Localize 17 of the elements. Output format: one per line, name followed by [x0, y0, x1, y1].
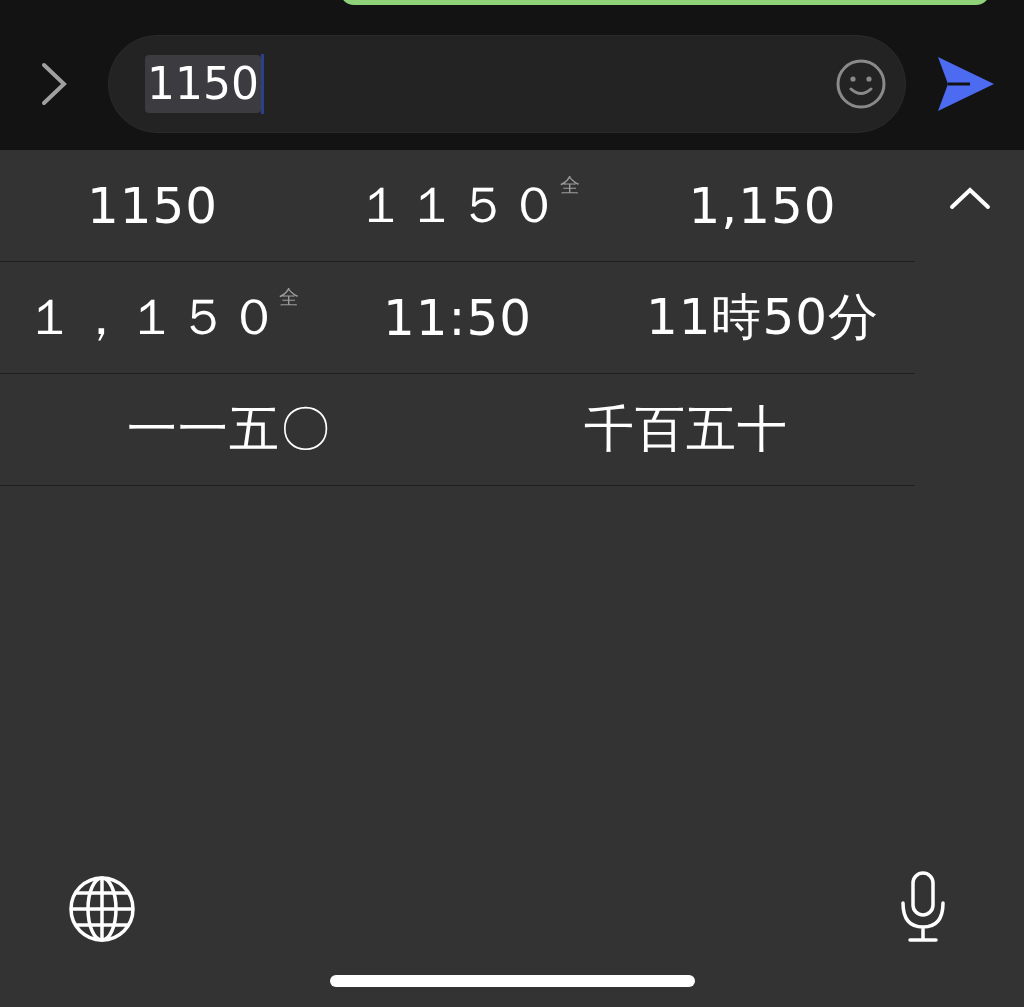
- text-cursor: [261, 54, 264, 114]
- globe-icon[interactable]: [68, 875, 136, 943]
- candidate-item[interactable]: 1150: [0, 150, 305, 261]
- microphone-icon[interactable]: [898, 871, 948, 943]
- full-width-label: 全: [560, 172, 580, 199]
- chevron-up-icon[interactable]: [948, 186, 991, 210]
- candidate-item[interactable]: 1,150: [610, 150, 915, 261]
- message-input-field[interactable]: 1150: [108, 35, 906, 133]
- chevron-right-icon[interactable]: [40, 62, 68, 106]
- candidate-item[interactable]: 一一五〇: [0, 374, 458, 485]
- candidate-item[interactable]: 11:50: [305, 262, 610, 373]
- smiley-icon[interactable]: [835, 58, 887, 110]
- candidate-item[interactable]: 11時50分: [610, 262, 915, 373]
- input-text: 1150: [145, 55, 261, 113]
- full-width-label: 全: [279, 284, 299, 311]
- send-icon[interactable]: [936, 55, 996, 113]
- candidate-item[interactable]: 千百五十: [457, 374, 915, 485]
